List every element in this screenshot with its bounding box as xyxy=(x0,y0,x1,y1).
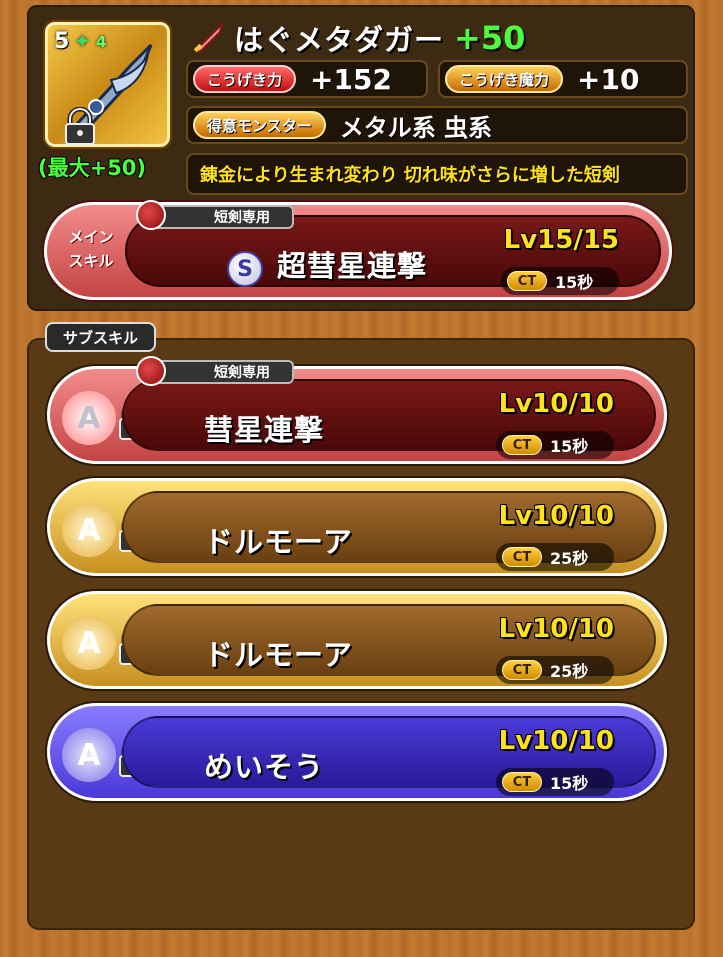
ct-label: CT xyxy=(502,772,542,792)
sub-skill-inner: ドルモーア Lv10/10 CT 25秒 xyxy=(122,491,656,571)
ct-value: 25秒 xyxy=(550,662,589,681)
sub-skill-ct: CT 25秒 xyxy=(496,656,614,684)
dagger-tag-icon xyxy=(136,356,166,386)
main-skill-label: メイン スキル xyxy=(68,228,114,270)
dagger-tag-icon xyxy=(136,200,166,230)
sub-skill-inner: ドルモーア Lv10/10 CT 25秒 xyxy=(122,604,656,684)
sub-skill-name: ドルモーア xyxy=(204,638,353,672)
main-skill-ct: CT 15秒 xyxy=(501,267,619,295)
weapon-plus: +50 xyxy=(454,19,526,57)
ct-value: 25秒 xyxy=(550,549,589,568)
sub-skill-row[interactable]: A A めいそう Lv10/10 CT 15秒 xyxy=(47,703,667,801)
sub-skill-inner: めいそう Lv10/10 CT 15秒 xyxy=(122,716,656,796)
sub-skill-name: 彗星連撃 xyxy=(204,413,325,447)
ct-label: CT xyxy=(502,660,542,680)
ct-label: CT xyxy=(502,547,542,567)
ct-label: CT xyxy=(502,435,542,455)
dagger-only-tag: 短剣専用 xyxy=(152,360,294,384)
weapon-description: 錬金により生まれ変わり 切れ味がさらに増した短剣 xyxy=(186,153,688,195)
ct-value: 15秒 xyxy=(550,774,589,793)
ct-value: 15秒 xyxy=(555,273,594,292)
sub-skill-level: Lv10/10 xyxy=(498,501,614,531)
rank-s-icon: S xyxy=(227,251,263,287)
rank-a-badge: A xyxy=(62,728,116,782)
sub-skill-row[interactable]: A A ドルモーア Lv10/10 CT 25秒 xyxy=(47,591,667,689)
attack-label: こうげき力 xyxy=(193,65,297,93)
sub-skill-label: サブスキル xyxy=(45,322,157,352)
monster-value: メタル系 虫系 xyxy=(339,113,493,142)
attack-value: +152 xyxy=(310,62,392,96)
monster-label: 得意モンスター xyxy=(193,111,326,139)
monster-stat: 得意モンスター メタル系 虫系 xyxy=(186,106,688,144)
sub-skill-ct: CT 15秒 xyxy=(496,768,614,796)
main-skill-level: Lv15/15 xyxy=(503,225,619,255)
rank-a-badge: A xyxy=(62,616,116,670)
magic-value: +10 xyxy=(577,62,640,96)
magic-stat: こうげき魔力 +10 xyxy=(438,60,688,98)
sub-skill-ct: CT 25秒 xyxy=(496,543,614,571)
ct-label: CT xyxy=(507,271,547,291)
magic-label: こうげき魔力 xyxy=(445,65,564,93)
attack-stat: こうげき力 +152 xyxy=(186,60,428,98)
sub-skill-name: ドルモーア xyxy=(204,525,353,559)
sub-skill-ct: CT 15秒 xyxy=(496,431,614,459)
dagger-only-tag: 短剣専用 xyxy=(152,205,294,229)
sub-skill-inner: 彗星連撃 Lv10/10 CT 15秒 xyxy=(122,379,656,459)
sub-skill-level: Lv10/10 xyxy=(498,726,614,756)
weapon-title: はぐメタダガー +50 xyxy=(190,18,525,58)
sub-skill-row[interactable]: A A ドルモーア Lv10/10 CT 25秒 xyxy=(47,478,667,576)
weapon-thumbnail[interactable]: 5 ✦ 4 xyxy=(45,22,170,147)
rank-a-badge: A xyxy=(62,391,116,445)
main-skill-name: 超彗星連撃 xyxy=(277,249,428,283)
ct-value: 15秒 xyxy=(550,437,589,456)
sub-skill-level: Lv10/10 xyxy=(498,614,614,644)
sword-icon xyxy=(193,20,224,54)
rank-a-badge: A xyxy=(62,503,116,557)
sub-skill-level: Lv10/10 xyxy=(498,389,614,419)
sub-skill-name: めいそう xyxy=(204,750,325,784)
weapon-name: はぐメタダガー xyxy=(234,23,445,57)
max-bonus: (最大+50) xyxy=(38,156,147,180)
